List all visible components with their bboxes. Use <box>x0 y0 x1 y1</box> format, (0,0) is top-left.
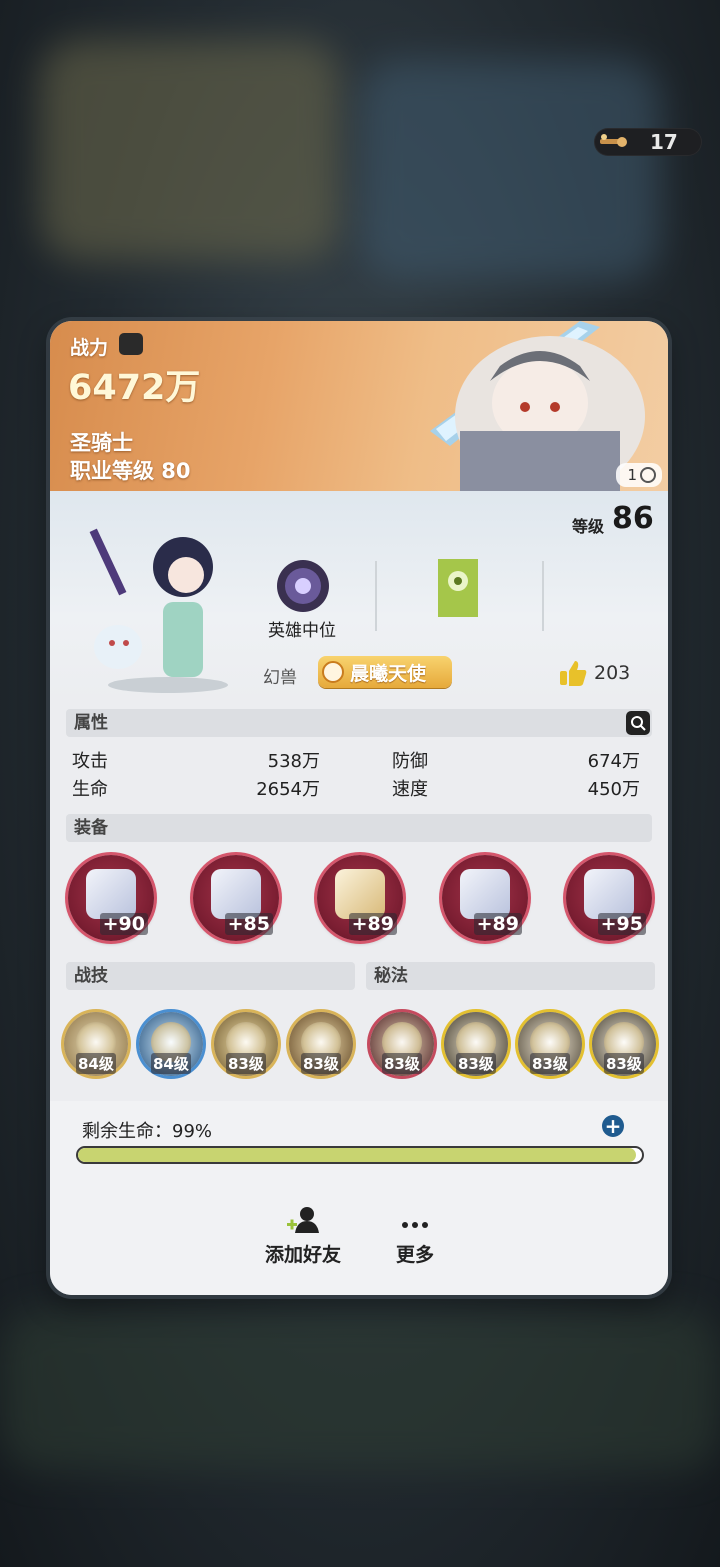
currency-amount: 17 <box>650 130 678 154</box>
equipment-header: 装备 <box>66 814 652 842</box>
profile-section: 英雄中位 等级 86 幻兽 晨曦天使 203 <box>50 491 668 701</box>
stat-label-hp: 生命 <box>72 779 108 800</box>
shield-icon <box>322 661 344 683</box>
skill-slot[interactable]: 83级 <box>444 1012 508 1076</box>
class-name: 圣骑士 <box>70 431 133 455</box>
like-button[interactable]: 203 <box>558 659 630 687</box>
guild-emblem-icon <box>277 560 329 612</box>
equipment-slot[interactable]: +89 <box>442 855 528 941</box>
attributes-header: 属性 <box>66 709 652 737</box>
hp-fill <box>78 1148 637 1162</box>
divider <box>542 561 544 631</box>
divider <box>375 561 377 631</box>
title-badge[interactable]: 晨曦天使 <box>318 656 452 688</box>
level-label: 等级 <box>572 517 605 536</box>
weapon-icon <box>86 869 136 919</box>
player-avatar[interactable] <box>68 517 248 697</box>
skill-slot[interactable]: 83级 <box>518 1012 582 1076</box>
book-icon[interactable] <box>119 333 143 355</box>
boots-icon <box>584 869 634 919</box>
equipment-slot[interactable]: +85 <box>193 855 279 941</box>
rank-label: 英雄中位 <box>268 621 336 641</box>
add-friend-button[interactable]: 添加好友 <box>258 1205 348 1267</box>
class-banner: 战力 6472万 圣骑士 职业等级 80 1 <box>50 321 668 491</box>
pet-label: 幻兽 <box>263 668 297 688</box>
stat-label-defense: 防御 <box>392 751 428 772</box>
currency-counter: 17 <box>594 128 702 156</box>
hp-label: 剩余生命：99% <box>82 1121 213 1142</box>
more-icon <box>402 1222 428 1228</box>
stat-value-hp: 2654万 <box>256 779 320 800</box>
combat-skills-header: 战技 <box>66 962 355 990</box>
key-item-icon <box>600 134 627 147</box>
add-friend-icon <box>287 1207 319 1233</box>
stat-label-attack: 攻击 <box>72 751 108 772</box>
guild-banner-icon[interactable] <box>436 557 480 617</box>
stat-value-defense: 674万 <box>587 751 640 772</box>
equipment-slot[interactable]: +90 <box>68 855 154 941</box>
stat-label-speed: 速度 <box>392 779 428 800</box>
bottom-panel: 剩余生命：99% + 添加好友 更多 <box>50 1101 668 1295</box>
search-icon[interactable] <box>626 711 650 735</box>
skill-slot[interactable]: 83级 <box>214 1012 278 1076</box>
plus-icon[interactable]: + <box>602 1115 624 1137</box>
power-value: 6472万 <box>68 368 201 408</box>
power-label: 战力 <box>70 337 109 359</box>
skill-slot[interactable]: 84级 <box>64 1012 128 1076</box>
equipment-slot[interactable]: +89 <box>317 855 403 941</box>
level-value: 86 <box>612 501 654 536</box>
tome-icon <box>211 869 261 919</box>
class-level: 职业等级 80 <box>70 459 191 483</box>
more-button[interactable]: 更多 <box>380 1205 450 1267</box>
skill-slot[interactable]: 83级 <box>289 1012 353 1076</box>
player-profile-card: 战力 6472万 圣骑士 职业等级 80 1 英雄中位 等级 86 幻兽 晨曦天… <box>50 321 668 1295</box>
skill-slot[interactable]: 84级 <box>139 1012 203 1076</box>
stat-value-speed: 450万 <box>587 779 640 800</box>
skill-slot[interactable]: 83级 <box>592 1012 656 1076</box>
helmet-icon <box>335 869 385 919</box>
page-icon <box>640 467 656 483</box>
thumbs-up-icon <box>560 661 587 686</box>
secret-arts-header: 秘法 <box>366 962 655 990</box>
skill-slot[interactable]: 83级 <box>370 1012 434 1076</box>
stat-value-attack: 538万 <box>267 751 320 772</box>
hp-bar <box>76 1146 644 1164</box>
page-indicator[interactable]: 1 <box>616 463 662 487</box>
armor-icon <box>460 869 510 919</box>
equipment-slot[interactable]: +95 <box>566 855 652 941</box>
